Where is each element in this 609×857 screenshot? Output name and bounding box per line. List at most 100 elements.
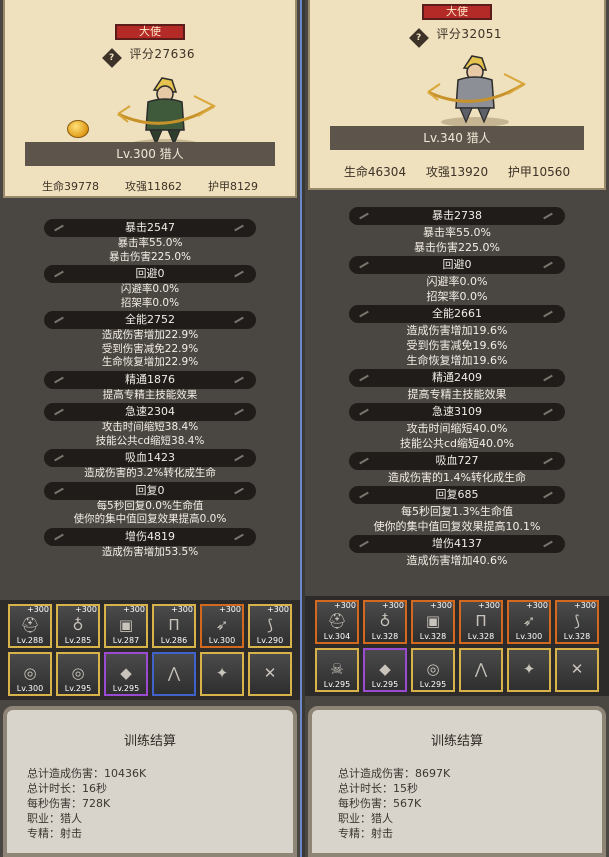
item-level: Lv.295: [419, 679, 447, 689]
attr-mastery-head: 精通1876: [44, 370, 256, 389]
equip-slot[interactable]: ➶ +300 Lv.300: [507, 600, 551, 644]
helmet-icon: ⛑: [20, 616, 40, 634]
attr-line: 技能公共cd缩短40.0%: [400, 437, 514, 450]
enhance-level: +300: [430, 601, 452, 610]
equip-slot[interactable]: ✦: [200, 651, 244, 696]
cloak-icon: ⋀: [167, 663, 181, 682]
item-level: Lv.300: [515, 632, 543, 641]
attr-haste-head: 急速2304: [44, 403, 256, 421]
hp-stat: 生命39778: [42, 180, 99, 193]
equip-slot[interactable]: ▣ +300 Lv.328: [411, 600, 455, 644]
equip-slot[interactable]: ◎ Lv.300: [8, 651, 52, 696]
attr-line: 提高专精主技能效果: [407, 388, 507, 401]
equip-slot[interactable]: ◆ Lv.295: [104, 651, 148, 696]
character-card: 大使 ? 评分27636 Lv.300 猎人 生命39778 攻强11862 护…: [3, 0, 297, 198]
enhance-level: +300: [27, 605, 49, 614]
item-level: Lv.328: [371, 632, 399, 641]
legs-icon: Π: [168, 616, 180, 634]
character-card: 大使 ? 评分32051 Lv.340 猎人 生命46304 攻强13920 护…: [308, 0, 606, 190]
attr-line: 每5秒回复1.3%生命值: [401, 505, 513, 518]
equip-slot[interactable]: Π +300 Lv.286: [152, 604, 196, 648]
right-panel: 大使 ? 评分32051 Lv.340 猎人 生命46304 攻强13920 护…: [305, 0, 609, 857]
equip-slot[interactable]: Π +300 Lv.328: [459, 600, 503, 644]
enhance-level: +300: [267, 605, 289, 614]
attr-regen-head: 回复685: [349, 486, 565, 504]
enhance-level: +300: [334, 601, 356, 610]
legs-icon: Π: [475, 612, 487, 630]
attr-line: 技能公共cd缩短38.4%: [95, 434, 205, 447]
attr-leech-head: 吸血727: [349, 452, 565, 470]
attr-line: 造成伤害增加40.6%: [406, 554, 508, 567]
equip-slot[interactable]: ✦: [507, 647, 551, 692]
item-level: Lv.287: [112, 636, 140, 645]
equip-slot[interactable]: ◎ Lv.295: [56, 651, 100, 696]
attr-line: 闪避率0.0%: [120, 283, 180, 295]
question-icon[interactable]: ?: [409, 28, 429, 48]
equip-slot[interactable]: ✕: [248, 651, 292, 696]
attr-crit-head: 暴击2738: [349, 207, 565, 225]
equip-slot[interactable]: ◆ Lv.295: [363, 647, 407, 692]
crossbow-icon: ✕: [263, 663, 277, 682]
enhance-level: +300: [75, 605, 97, 614]
necklace-icon: ♁: [72, 616, 84, 634]
attr-versatility-head: 全能2661: [349, 305, 565, 323]
enhance-level: +300: [123, 605, 145, 614]
attr-line: 造成伤害增加22.9%: [101, 329, 199, 341]
ring-icon: ◎: [426, 659, 440, 678]
score-text: 评分27636: [129, 47, 195, 61]
attack-stat: 攻强13920: [425, 165, 489, 179]
equip-slot[interactable]: ♁ +300 Lv.328: [363, 600, 407, 644]
armor-stat: 护甲8129: [208, 180, 258, 193]
attr-regen-head: 回复0: [44, 481, 256, 500]
attr-dodge-head: 回避0: [349, 256, 565, 274]
attr-line: 招架率0.0%: [426, 290, 488, 303]
item-level: Lv.304: [323, 632, 351, 641]
hp-stat: 生命46304: [343, 165, 407, 179]
equip-slot[interactable]: ⛑ +300 Lv.304: [315, 600, 359, 644]
attr-damage-head: 增伤4819: [44, 527, 256, 546]
dps: 每秒伤害：728K: [27, 797, 111, 810]
attack-stat: 攻强11862: [125, 180, 182, 193]
equip-slot[interactable]: ➶ +300 Lv.300: [200, 604, 244, 648]
equip-slot[interactable]: ♁ +300 Lv.285: [56, 604, 100, 648]
arrow-icon: ➶: [522, 612, 536, 630]
equip-slot[interactable]: ✕: [555, 647, 599, 692]
arrow-icon: ➶: [215, 616, 229, 634]
training-result: 训练结算 总计造成伤害：10436K 总计时长：16秒 每秒伤害：728K 职业…: [3, 706, 297, 857]
equip-slot[interactable]: ⟆ +300 Lv.328: [555, 600, 599, 644]
equip-slot[interactable]: ⟆ +300 Lv.290: [248, 604, 292, 648]
total-time: 总计时长：16秒: [27, 782, 107, 795]
attribute-list: 暴击2738 暴击率55.0% 暴击伤害225.0% 回避0 闪避率0.0% 招…: [305, 206, 609, 568]
item-level: Lv.290: [256, 636, 284, 645]
attr-haste-head: 急速3109: [349, 403, 565, 421]
attr-line: 提高专精主技能效果: [102, 388, 198, 401]
equip-slot[interactable]: ▣ +300 Lv.287: [104, 604, 148, 648]
equipment-grid: ⛑ +300 Lv.304 ♁ +300 Lv.328 ▣ +300 Lv.328 Π +300 Lv…: [305, 596, 609, 696]
item-level: Lv.300: [208, 636, 236, 645]
armor-icon: ▣: [118, 616, 134, 634]
hunter-character-sprite: [117, 77, 217, 149]
item-level: Lv.300: [16, 683, 44, 693]
equip-slot[interactable]: ⋀: [152, 651, 196, 696]
item-level: Lv.295: [64, 683, 92, 693]
attr-line: 使你的集中值回复效果提高0.0%: [73, 513, 227, 525]
level-bar: Lv.340 猎人: [330, 126, 584, 150]
attr-line: 招架率0.0%: [120, 296, 180, 309]
question-icon[interactable]: ?: [102, 48, 122, 68]
stats-row: 生命46304 攻强13920 护甲10560: [310, 163, 604, 180]
item-level: Lv.295: [371, 679, 399, 689]
skull-icon: ☠: [330, 659, 344, 678]
equip-slot[interactable]: ◎ Lv.295: [411, 647, 455, 692]
total-damage: 总计造成伤害：10436K: [27, 767, 147, 780]
attr-line: 造成伤害的1.4%转化成生命: [388, 471, 526, 484]
enhance-level: +300: [526, 601, 548, 610]
hunter-character-sprite: [427, 55, 527, 127]
attr-line: 造成伤害增加53.5%: [101, 545, 199, 558]
spec: 专精：射击: [338, 827, 393, 840]
equip-slot[interactable]: ☠ Lv.295: [315, 647, 359, 692]
enhance-level: +300: [219, 605, 241, 614]
equip-slot[interactable]: ⋀: [459, 647, 503, 692]
gold-coin-icon: [67, 120, 89, 138]
spec: 专精：射击: [27, 827, 82, 840]
equip-slot[interactable]: ⛑ +300 Lv.288: [8, 604, 52, 648]
